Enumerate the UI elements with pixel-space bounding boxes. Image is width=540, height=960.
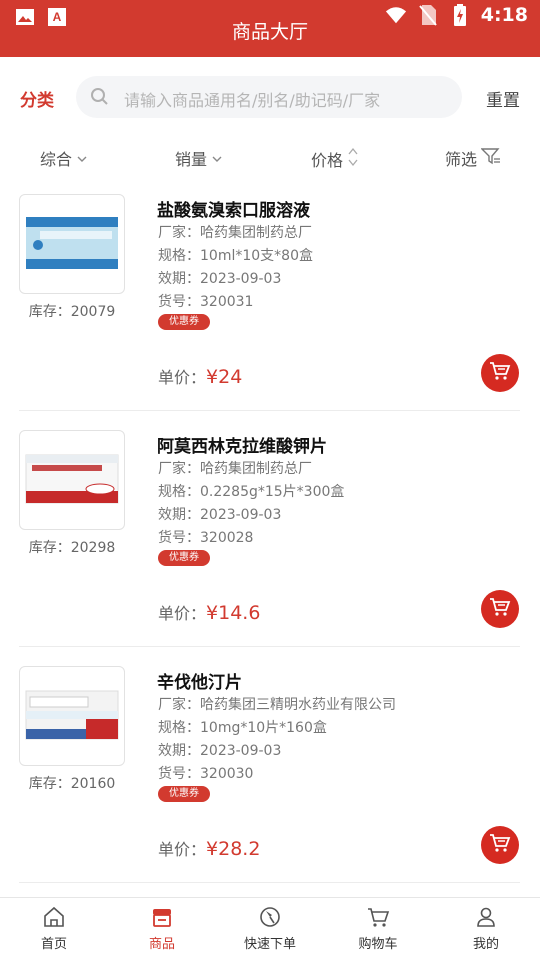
tab-quick-order[interactable]: 快速下单 (216, 898, 324, 960)
home-icon (41, 904, 67, 930)
manufacturer: 厂家：哈药集团制药总厂 (158, 461, 312, 477)
price-label: 单价： (158, 840, 207, 859)
chevron-down-icon (211, 149, 223, 168)
tab-label: 首页 (40, 937, 67, 952)
tab-mine[interactable]: 我的 (432, 898, 540, 960)
specification: 规格：10mg*10片*160盒 (158, 720, 327, 736)
cart-icon (365, 904, 391, 930)
sort-sales[interactable]: 销量 (175, 146, 223, 170)
add-to-cart-button[interactable] (481, 826, 519, 864)
store-icon (149, 904, 175, 930)
filter-icon (480, 147, 501, 169)
product-name[interactable]: 盐酸氨溴索口服溶液 (157, 196, 310, 221)
search-icon (90, 87, 110, 111)
tab-label: 我的 (472, 937, 499, 952)
sort-updown-icon (347, 146, 359, 172)
divider (19, 646, 520, 647)
tab-label: 快速下单 (243, 937, 296, 952)
manufacturer: 厂家：哈药集团三精明水药业有限公司 (158, 697, 396, 713)
tab-home[interactable]: 首页 (0, 898, 108, 960)
item-code: 货号：320030 (158, 766, 254, 782)
divider (19, 410, 520, 411)
divider (19, 882, 520, 883)
category-button[interactable]: 分类 (20, 86, 54, 111)
product-card[interactable]: 库存：20079 盐酸氨溴索口服溶液 厂家：哈药集团制药总厂 规格：10ml*1… (0, 194, 540, 428)
sort-comprehensive[interactable]: 综合 (40, 146, 88, 170)
add-to-cart-button[interactable] (481, 590, 519, 628)
expiry-date: 效期：2023-09-03 (158, 743, 282, 759)
stock-count: 库存：20298 (28, 540, 116, 556)
unit-price: 单价：¥28.2 (158, 836, 260, 860)
expiry-date: 效期：2023-09-03 (158, 507, 282, 523)
reset-button[interactable]: 重置 (486, 86, 520, 111)
stock-count: 库存：20160 (28, 776, 116, 792)
search-input[interactable]: 请输入商品通用名/别名/助记码/厂家 (76, 76, 462, 118)
product-card[interactable]: 库存：20160 辛伐他汀片 厂家：哈药集团三精明水药业有限公司 规格：10mg… (0, 666, 540, 900)
chevron-down-icon (76, 149, 88, 168)
unit-price: 单价：¥14.6 (158, 600, 260, 624)
price-value: ¥24 (206, 366, 243, 388)
filter-button[interactable]: 筛选 (445, 146, 501, 170)
coupon-badge[interactable]: 优惠券 (158, 550, 210, 566)
add-to-cart-button[interactable] (481, 354, 519, 392)
user-icon (473, 904, 499, 930)
sort-price[interactable]: 价格 (311, 146, 359, 172)
product-image[interactable] (19, 194, 125, 294)
quick-order-icon (257, 904, 283, 930)
bottom-tab-bar: 首页 商品 快速下单 购物车 我的 (0, 897, 540, 960)
app-header: A 4:18 商品大厅 (0, 0, 540, 57)
specification: 规格：10ml*10支*80盒 (158, 248, 313, 264)
unit-price: 单价：¥24 (158, 364, 242, 388)
tab-label: 购物车 (358, 937, 398, 952)
search-placeholder: 请输入商品通用名/别名/助记码/厂家 (124, 91, 381, 110)
tab-products[interactable]: 商品 (108, 898, 216, 960)
cart-icon (489, 597, 511, 621)
sort-label: 综合 (40, 150, 73, 169)
coupon-badge[interactable]: 优惠券 (158, 314, 210, 330)
product-name[interactable]: 辛伐他汀片 (157, 668, 242, 693)
price-value: ¥14.6 (206, 602, 261, 624)
cart-icon (489, 361, 511, 385)
specification: 规格：0.2285g*15片*300盒 (158, 484, 345, 500)
tab-label: 商品 (148, 937, 175, 952)
item-code: 货号：320028 (158, 530, 254, 546)
price-label: 单价： (158, 368, 207, 387)
stock-count: 库存：20079 (28, 304, 116, 320)
cart-icon (489, 833, 511, 857)
tab-cart[interactable]: 购物车 (324, 898, 432, 960)
product-image[interactable] (19, 430, 125, 530)
sort-label: 筛选 (445, 150, 478, 169)
product-card[interactable]: 库存：20298 阿莫西林克拉维酸钾片 厂家：哈药集团制药总厂 规格：0.228… (0, 430, 540, 664)
manufacturer: 厂家：哈药集团制药总厂 (158, 225, 312, 241)
sort-label: 价格 (311, 151, 344, 170)
sort-bar: 综合 销量 价格 筛选 (0, 140, 540, 174)
product-name[interactable]: 阿莫西林克拉维酸钾片 (157, 432, 327, 457)
sort-label: 销量 (175, 150, 208, 169)
price-value: ¥28.2 (206, 838, 261, 860)
price-label: 单价： (158, 604, 207, 623)
page-title: 商品大厅 (231, 21, 308, 43)
item-code: 货号：320031 (158, 294, 254, 310)
product-image[interactable] (19, 666, 125, 766)
coupon-badge[interactable]: 优惠券 (158, 786, 210, 802)
expiry-date: 效期：2023-09-03 (158, 271, 282, 287)
search-row: 分类 请输入商品通用名/别名/助记码/厂家 重置 (0, 74, 540, 120)
